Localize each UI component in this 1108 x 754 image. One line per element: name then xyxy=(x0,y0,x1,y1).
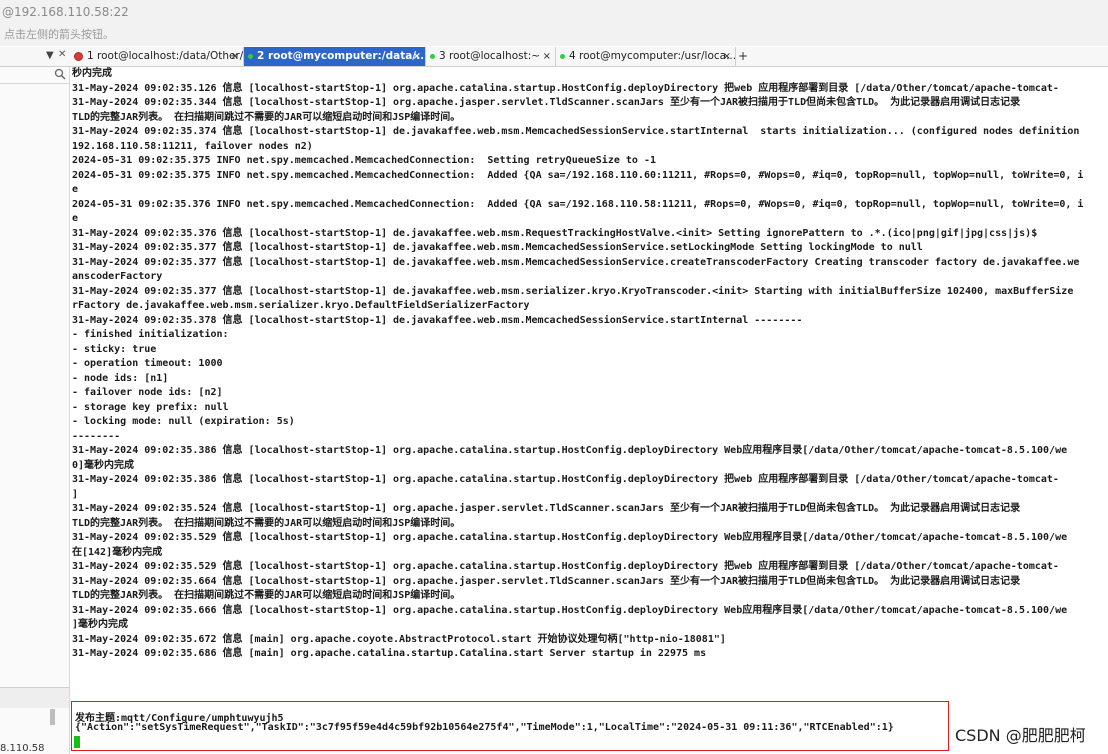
log-line: rFactory de.javakaffee.web.msm.serialize… xyxy=(72,300,530,311)
log-line: 31-May-2024 09:02:35.672 信息 [main] org.a… xyxy=(72,633,726,645)
tab-close-icon[interactable]: × xyxy=(231,47,239,66)
log-line: 31-May-2024 09:02:35.666 信息 [localhost-s… xyxy=(72,604,1068,616)
tab-label: 2 root@mycomputer:/data/... xyxy=(257,50,426,62)
log-line: - failover node ids: [n2] xyxy=(72,387,223,398)
log-line: - locking mode: null (expiration: 5s) xyxy=(72,416,295,427)
status-icon xyxy=(560,53,565,59)
log-line: TLD的完整JAR列表。 在扫描期间跳过不需要的JAR可以缩短启动时间和JSP编… xyxy=(72,517,461,529)
log-line: - storage key prefix: null xyxy=(72,401,229,413)
pin-icon[interactable]: ▼ xyxy=(46,50,54,61)
log-line: 31-May-2024 09:02:35.377 信息 [localhost-s… xyxy=(72,285,1074,297)
log-line: 31-May-2024 09:02:35.378 信息 [localhost-s… xyxy=(72,314,803,326)
log-line: 31-May-2024 09:02:35.377 信息 [localhost-s… xyxy=(72,256,1080,268)
window-title: @192.168.110.58:22 xyxy=(2,5,129,19)
publish-payload: {"Action":"setSysTimeRequest","TaskID":"… xyxy=(75,722,894,733)
tab-session-1[interactable]: 1 root@localhost:/data/Other/... × xyxy=(70,47,244,66)
log-line: 2024-05-31 09:02:35.375 INFO net.spy.mem… xyxy=(72,155,656,166)
status-icon xyxy=(430,53,435,59)
tab-session-4[interactable]: 4 root@mycomputer:/usr/loca... × xyxy=(556,47,736,66)
log-line: 31-May-2024 09:02:35.664 信息 [localhost-s… xyxy=(72,575,1021,587)
log-line: TLD的完整JAR列表。 在扫描期间跳过不需要的JAR可以缩短启动时间和JSP编… xyxy=(72,590,461,601)
status-icon xyxy=(74,51,83,61)
terminal-cursor xyxy=(74,736,80,748)
log-line: - node ids: [n1] xyxy=(72,372,169,384)
search-icon[interactable] xyxy=(54,68,66,80)
tab-label: 4 root@mycomputer:/usr/loca... xyxy=(569,50,736,62)
log-line: 192.168.110.58:11211, failover nodes n2) xyxy=(72,140,313,152)
tab-close-icon[interactable]: × xyxy=(413,47,421,66)
watermark: CSDN @肥肥肥柯 xyxy=(955,726,1086,745)
close-icon[interactable]: ✕ xyxy=(58,49,66,60)
tab-label: 3 root@localhost:~ xyxy=(439,50,541,62)
sidebar-search-row[interactable] xyxy=(0,67,69,84)
log-line: 在[142]毫秒内完成 xyxy=(72,546,163,558)
log-line: - sticky: true xyxy=(72,343,157,355)
tab-session-3[interactable]: 3 root@localhost:~ × xyxy=(426,47,556,66)
terminal-output[interactable]: 秒内完成 31-May-2024 09:02:35.126 信息 [localho… xyxy=(70,67,1108,754)
log-line: 31-May-2024 09:02:35.529 信息 [localhost-s… xyxy=(72,532,1068,543)
log-line: 31-May-2024 09:02:35.386 信息 [localhost-s… xyxy=(72,474,1059,485)
highlighted-publish-message: 发布主题:mqtt/Configure/umphtuwyujh5 {"Actio… xyxy=(71,701,949,751)
log-line: ]毫秒内完成 xyxy=(72,619,129,630)
sidebar-scrollbar[interactable] xyxy=(50,709,55,725)
log-line: 31-May-2024 09:02:35.386 信息 [localhost-s… xyxy=(72,445,1068,456)
log-line: - finished initialization: xyxy=(72,329,229,340)
tab-session-2[interactable]: 2 root@mycomputer:/data/... × xyxy=(244,47,426,66)
log-line: 秒内完成 xyxy=(72,68,112,79)
tab-close-icon[interactable]: × xyxy=(543,47,551,66)
log-line: e xyxy=(72,184,79,195)
terminal-log: 秒内完成 31-May-2024 09:02:35.126 信息 [localho… xyxy=(72,67,1108,662)
hint-text: 点击左侧的箭头按钮。 xyxy=(4,28,114,41)
log-line: 31-May-2024 09:02:35.344 信息 [localhost-s… xyxy=(72,97,1021,108)
status-icon xyxy=(248,53,253,59)
sidebar-bottom-strip xyxy=(0,687,69,708)
log-line: ] xyxy=(72,488,79,500)
log-line: 31-May-2024 09:02:35.374 信息 [localhost-s… xyxy=(72,126,1080,137)
session-sidebar: 8.110.58 xyxy=(0,67,70,754)
log-line: 2024-05-31 09:02:35.376 INFO net.spy.mem… xyxy=(72,198,1084,210)
log-line: 0]毫秒内完成 xyxy=(72,459,135,471)
log-line: - operation timeout: 1000 xyxy=(72,358,223,369)
log-line: 31-May-2024 09:02:35.126 信息 [localhost-s… xyxy=(72,82,1059,94)
log-line: TLD的完整JAR列表。 在扫描期间跳过不需要的JAR可以缩短启动时间和JSP编… xyxy=(72,111,461,123)
tab-close-icon[interactable]: × xyxy=(723,47,731,66)
log-line: 31-May-2024 09:02:35.524 信息 [localhost-s… xyxy=(72,503,1021,514)
log-line: 31-May-2024 09:02:35.376 信息 [localhost-s… xyxy=(72,227,1038,239)
window-title-bar: @192.168.110.58:22 xyxy=(0,0,1108,24)
session-tab-strip: ▼ ✕ 1 root@localhost:/data/Other/... × 2 … xyxy=(0,47,1108,67)
log-line: 31-May-2024 09:02:35.377 信息 [localhost-s… xyxy=(72,242,923,253)
log-line: 31-May-2024 09:02:35.686 信息 [main] org.a… xyxy=(72,648,707,659)
hint-bar: 点击左侧的箭头按钮。 xyxy=(0,24,1108,46)
log-line: -------- xyxy=(72,430,121,442)
log-line: e xyxy=(72,213,79,224)
log-line: 31-May-2024 09:02:35.529 信息 [localhost-s… xyxy=(72,561,1059,572)
log-line: anscoderFactory xyxy=(72,271,163,282)
add-tab-button[interactable]: + xyxy=(736,47,750,66)
tab-label: 1 root@localhost:/data/Other/... xyxy=(87,50,244,62)
sidebar-host-label: 8.110.58 xyxy=(0,743,45,754)
log-line: 2024-05-31 09:02:35.375 INFO net.spy.mem… xyxy=(72,169,1084,181)
